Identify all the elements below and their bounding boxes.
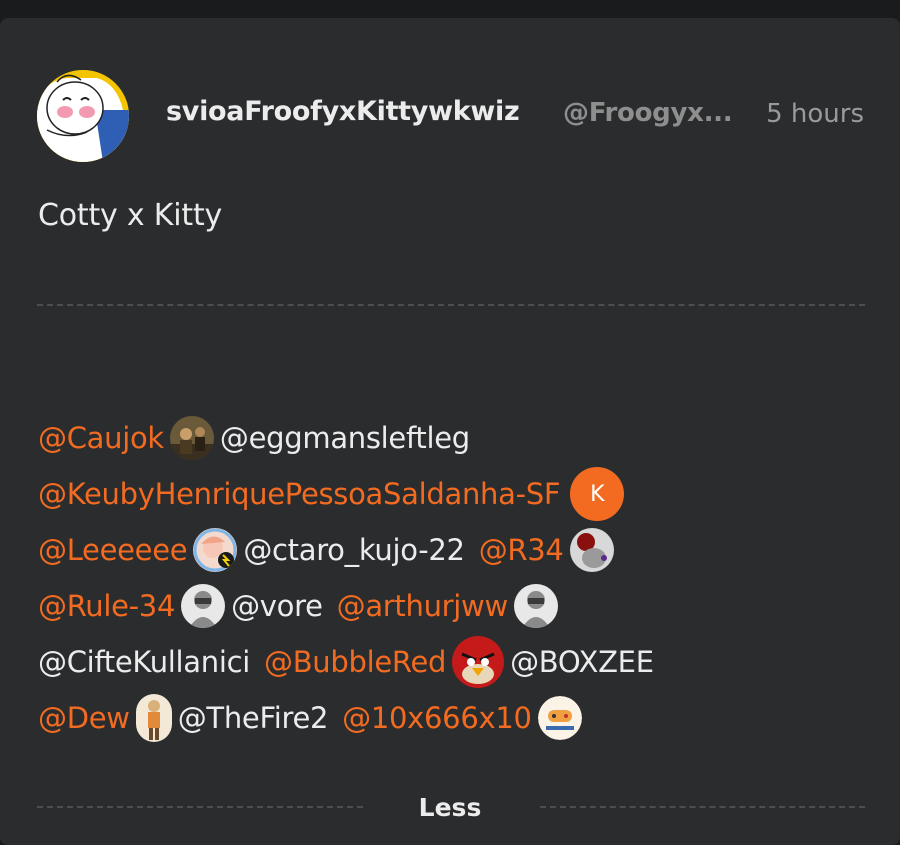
mention-link[interactable]: @CifteKullanici: [38, 645, 250, 679]
user-avatar[interactable]: [513, 584, 558, 628]
mention-line: @CifteKullanici @BubbleRed @BOXZEE: [38, 634, 878, 690]
mention-link[interactable]: @Leeeeee: [38, 533, 188, 567]
mention-line: @Leeeeee @ctaro_kujo-22 @R34: [38, 522, 878, 578]
author-avatar[interactable]: [37, 70, 129, 162]
user-avatar[interactable]: [569, 528, 614, 572]
mention-link[interactable]: @arthurjww: [337, 589, 509, 623]
mention-link[interactable]: @eggmansleftleg: [220, 421, 470, 455]
mention-line: @KeubyHenriquePessoaSaldanha-SF K: [38, 466, 878, 522]
mentions-block: @Caujok @eggmansleftleg @KeubyHenriquePe…: [38, 410, 878, 746]
user-avatar[interactable]: [181, 584, 226, 628]
post-text: Cotty x Kitty: [38, 198, 223, 233]
mention-link[interactable]: @BOXZEE: [510, 645, 654, 679]
mention-link[interactable]: @KeubyHenriquePessoaSaldanha-SF: [38, 477, 561, 511]
user-avatar[interactable]: K: [570, 467, 625, 521]
post-timestamp: 5 hours: [766, 99, 864, 129]
user-avatar[interactable]: [537, 696, 582, 740]
mention-line: @Dew @TheFire2 @10x666x10: [38, 690, 878, 746]
user-avatar[interactable]: [452, 636, 505, 688]
mention-link[interactable]: @TheFire2: [178, 701, 329, 735]
mention-link[interactable]: @10x666x10: [342, 701, 532, 735]
user-avatar[interactable]: [135, 694, 172, 742]
author-handle[interactable]: @Froogyx...: [563, 98, 733, 128]
mention-link[interactable]: @Dew: [38, 701, 130, 735]
mention-link[interactable]: @Rule-34: [38, 589, 175, 623]
mention-link[interactable]: @Caujok: [38, 421, 164, 455]
mention-link[interactable]: @vore: [231, 589, 323, 623]
mention-link[interactable]: @ctaro_kujo-22: [243, 533, 465, 567]
less-button[interactable]: Less: [0, 793, 900, 822]
post-card: svioaFroofyxKittywkwiz @Froogyx... 5 hou…: [0, 18, 900, 845]
divider-top: [37, 304, 865, 306]
mention-line: @Rule-34 @vore @arthurjww: [38, 578, 878, 634]
author-name[interactable]: svioaFroofyxKittywkwiz: [166, 96, 520, 127]
mention-line: @Caujok @eggmansleftleg: [38, 410, 878, 466]
user-avatar[interactable]: [169, 416, 214, 460]
mention-link[interactable]: @R34: [479, 533, 564, 567]
mention-link[interactable]: @BubbleRed: [264, 645, 446, 679]
user-avatar[interactable]: [193, 528, 238, 572]
